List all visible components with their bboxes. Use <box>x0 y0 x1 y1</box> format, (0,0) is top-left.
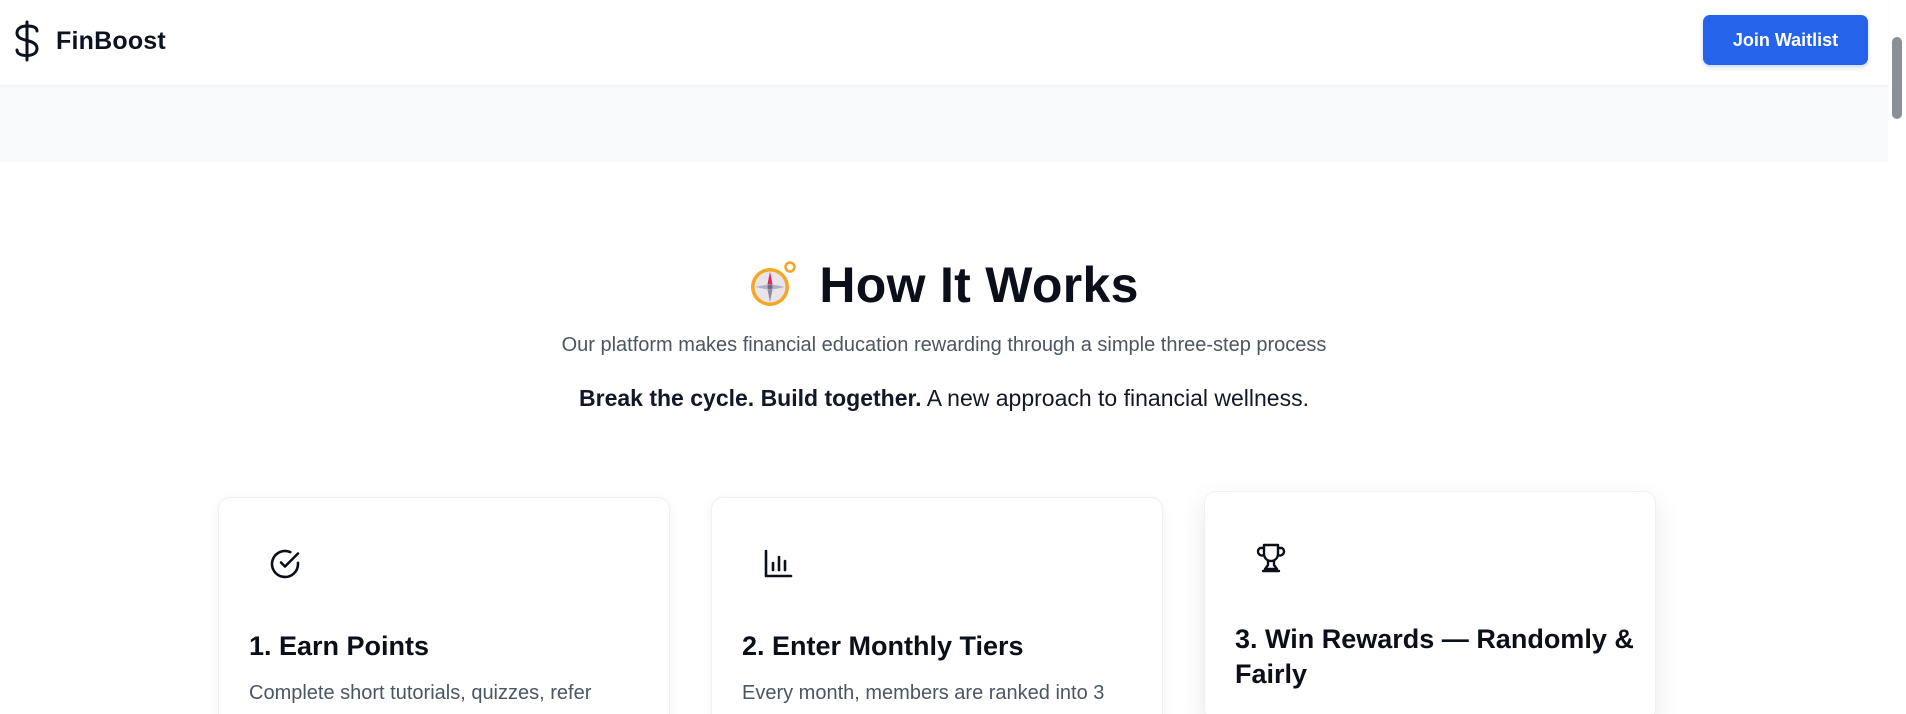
trophy-icon <box>1255 542 1287 574</box>
tagline-bold: Break the cycle. Build together. <box>579 385 922 411</box>
join-waitlist-button[interactable]: Join Waitlist <box>1703 15 1868 65</box>
bar-chart-icon <box>762 548 794 580</box>
step-card-monthly-tiers: 2. Enter Monthly Tiers Every month, memb… <box>711 497 1163 714</box>
check-circle-icon <box>269 548 301 580</box>
hero-band <box>0 86 1888 162</box>
section-tagline: Break the cycle. Build together. A new a… <box>0 385 1888 412</box>
card-title: 1. Earn Points <box>249 631 430 661</box>
page: FinBoost Join Waitlist How It Works Our … <box>0 0 1906 714</box>
card-description: Complete short tutorials, quizzes, refer <box>249 682 592 704</box>
brand-name: FinBoost <box>56 26 166 55</box>
step-card-win-rewards: 3. Win Rewards — Randomly & Fairly <box>1204 491 1656 714</box>
compass-icon <box>749 260 799 310</box>
step-card-earn-points: 1. Earn Points Complete short tutorials,… <box>218 497 670 714</box>
section-subtitle: Our platform makes financial education r… <box>561 334 1327 356</box>
section-title: How It Works <box>819 257 1139 313</box>
brand[interactable]: FinBoost <box>12 20 166 62</box>
section-heading: How It Works <box>0 256 1888 314</box>
card-title: 2. Enter Monthly Tiers <box>742 631 1024 661</box>
site-header: FinBoost Join Waitlist <box>0 0 1888 86</box>
card-title: 3. Win Rewards — Randomly & Fairly <box>1235 624 1634 689</box>
tagline-rest: A new approach to financial wellness. <box>921 385 1309 411</box>
dollar-icon <box>12 20 42 62</box>
scrollbar[interactable] <box>1888 0 1906 714</box>
card-description: Every month, members are ranked into 3 <box>742 682 1105 704</box>
scrollbar-thumb[interactable] <box>1892 37 1902 119</box>
